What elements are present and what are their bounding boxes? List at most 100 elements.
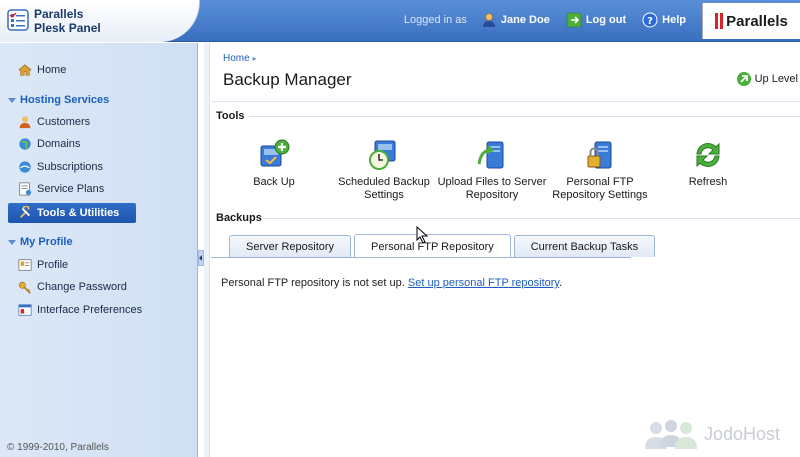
up-level-icon bbox=[736, 72, 751, 86]
mouse-cursor-icon bbox=[416, 226, 429, 244]
sidebar-item-label: Change Password bbox=[37, 281, 127, 293]
sidebar-item-change-password[interactable]: Change Password bbox=[18, 280, 127, 294]
service-plans-icon bbox=[19, 182, 32, 196]
brand-line1: Parallels bbox=[34, 7, 84, 21]
logout-link[interactable]: Log out bbox=[566, 12, 626, 28]
tool-back-up[interactable]: Back Up bbox=[219, 138, 329, 189]
sidebar-item-service-plans[interactable]: Service Plans bbox=[18, 182, 104, 196]
refresh-icon bbox=[696, 142, 720, 168]
top-header: Parallels Plesk Panel Logged in as Jane … bbox=[0, 0, 800, 42]
tabs-divider bbox=[211, 257, 631, 258]
brand-line2: Plesk Panel bbox=[34, 21, 101, 35]
collapse-triangle-icon bbox=[8, 239, 16, 245]
breadcrumb: Home ▸ bbox=[223, 53, 256, 64]
sidebar-item-customers[interactable]: Customers bbox=[18, 115, 90, 129]
sidebar-item-interface-preferences[interactable]: Interface Preferences bbox=[18, 303, 142, 317]
title-divider bbox=[211, 101, 800, 102]
up-level-link[interactable]: Up Level bbox=[736, 71, 798, 87]
help-icon: ? bbox=[642, 12, 658, 28]
profile-icon bbox=[18, 259, 32, 271]
customers-icon bbox=[19, 116, 31, 129]
setup-ftp-link[interactable]: Set up personal FTP repository bbox=[408, 277, 559, 289]
backup-tabs: Server Repository Personal FTP Repositor… bbox=[229, 233, 656, 258]
help-text: Help bbox=[662, 14, 686, 26]
sidebar-item-label: Profile bbox=[37, 259, 69, 271]
section-my-profile[interactable]: My Profile bbox=[8, 236, 73, 248]
sidebar-item-domains[interactable]: Domains bbox=[18, 137, 80, 151]
tool-label: Settings bbox=[364, 189, 404, 201]
parallels-logo[interactable]: Parallels bbox=[702, 3, 800, 39]
tool-label: Back Up bbox=[253, 176, 295, 188]
section-hosting-services[interactable]: Hosting Services bbox=[8, 94, 109, 106]
tools-heading: Tools bbox=[216, 110, 245, 122]
watermark-text: JodoHost bbox=[703, 423, 780, 444]
sidebar-item-label: Customers bbox=[37, 116, 91, 128]
tool-label: Personal FTP bbox=[566, 176, 634, 188]
header-user-area: Logged in as Jane Doe Log out ? Help bbox=[404, 12, 696, 28]
scheduled-backup-icon bbox=[369, 140, 396, 170]
parallels-logo-text: Parallels bbox=[726, 12, 788, 30]
sidebar-item-label: Domains bbox=[37, 138, 81, 150]
breadcrumb-separator-icon: ▸ bbox=[252, 54, 257, 63]
sidebar-item-label: Tools & Utilities bbox=[37, 207, 120, 219]
tool-personal-ftp-settings[interactable]: Personal FTP Repository Settings bbox=[545, 138, 655, 202]
backups-heading: Backups bbox=[216, 212, 262, 224]
home-icon bbox=[18, 64, 32, 76]
tools-divider bbox=[249, 116, 800, 117]
message-end: . bbox=[559, 277, 563, 289]
svg-text:?: ? bbox=[647, 16, 653, 27]
sidebar-item-subscriptions[interactable]: Subscriptions bbox=[18, 160, 103, 174]
plesk-logo-icon bbox=[7, 9, 29, 31]
sidebar-item-profile[interactable]: Profile bbox=[18, 258, 68, 272]
breadcrumb-home-link[interactable]: Home bbox=[223, 53, 250, 64]
page-title: Backup Manager bbox=[223, 70, 352, 89]
backup-icon bbox=[260, 139, 290, 167]
subscriptions-icon bbox=[19, 161, 31, 173]
content-left-strip bbox=[204, 43, 210, 457]
sidebar-item-label: Service Plans bbox=[37, 183, 105, 195]
tool-label: Scheduled Backup bbox=[338, 176, 430, 188]
sidebar-item-home[interactable]: Home bbox=[18, 63, 66, 77]
tool-label: Repository bbox=[465, 189, 519, 201]
ftp-settings-icon bbox=[587, 141, 612, 169]
tab-server-repository[interactable]: Server Repository bbox=[229, 235, 352, 257]
logged-in-label: Logged in as bbox=[403, 14, 467, 26]
sidebar-item-label: Subscriptions bbox=[37, 161, 104, 173]
section-title: Hosting Services bbox=[20, 94, 110, 106]
brand-area[interactable]: Parallels Plesk Panel bbox=[0, 0, 200, 42]
logout-text: Log out bbox=[585, 14, 627, 26]
tool-scheduled-backup-settings[interactable]: Scheduled Backup Settings bbox=[329, 138, 439, 202]
user-name-text: Jane Doe bbox=[500, 14, 550, 26]
sidebar-item-tools-utilities[interactable]: Tools & Utilities bbox=[8, 203, 136, 223]
upload-files-icon bbox=[477, 141, 504, 169]
watermark: JodoHost bbox=[644, 419, 780, 449]
tools-icon bbox=[20, 206, 30, 218]
domains-icon bbox=[19, 138, 31, 150]
tool-label: Refresh bbox=[688, 176, 728, 188]
interface-preferences-icon bbox=[18, 304, 32, 316]
section-title: My Profile bbox=[20, 236, 73, 248]
watermark-people-icon bbox=[644, 420, 697, 449]
tab-current-backup-tasks[interactable]: Current Backup Tasks bbox=[513, 235, 656, 257]
tab-personal-ftp-repository[interactable]: Personal FTP Repository bbox=[354, 234, 511, 258]
tool-label: Upload Files to Server bbox=[437, 176, 547, 188]
user-name-link[interactable]: Jane Doe bbox=[481, 12, 550, 28]
collapse-triangle-icon bbox=[8, 97, 16, 103]
tool-refresh[interactable]: Refresh bbox=[653, 138, 763, 189]
main-content: Home ▸ Backup Manager Up Level Tools Bac… bbox=[211, 43, 800, 457]
ftp-status-message: Personal FTP repository is not set up. S… bbox=[221, 277, 562, 289]
user-icon bbox=[482, 13, 495, 27]
tool-label: Repository Settings bbox=[552, 189, 648, 201]
sidebar-item-label: Interface Preferences bbox=[37, 304, 143, 316]
logout-icon bbox=[566, 12, 582, 28]
tool-upload-files[interactable]: Upload Files to Server Repository bbox=[437, 138, 547, 202]
sidebar-item-label: Home bbox=[37, 64, 67, 76]
brand-name: Parallels Plesk Panel bbox=[34, 7, 101, 35]
sidebar: Home Hosting Services Customers Domains … bbox=[0, 43, 198, 457]
backups-divider bbox=[263, 218, 800, 219]
message-text: Personal FTP repository is not set up. bbox=[221, 277, 408, 289]
copyright: © 1999-2010, Parallels bbox=[7, 442, 109, 453]
up-level-text: Up Level bbox=[754, 73, 798, 85]
key-icon bbox=[19, 281, 31, 294]
help-link[interactable]: ? Help bbox=[642, 12, 686, 28]
